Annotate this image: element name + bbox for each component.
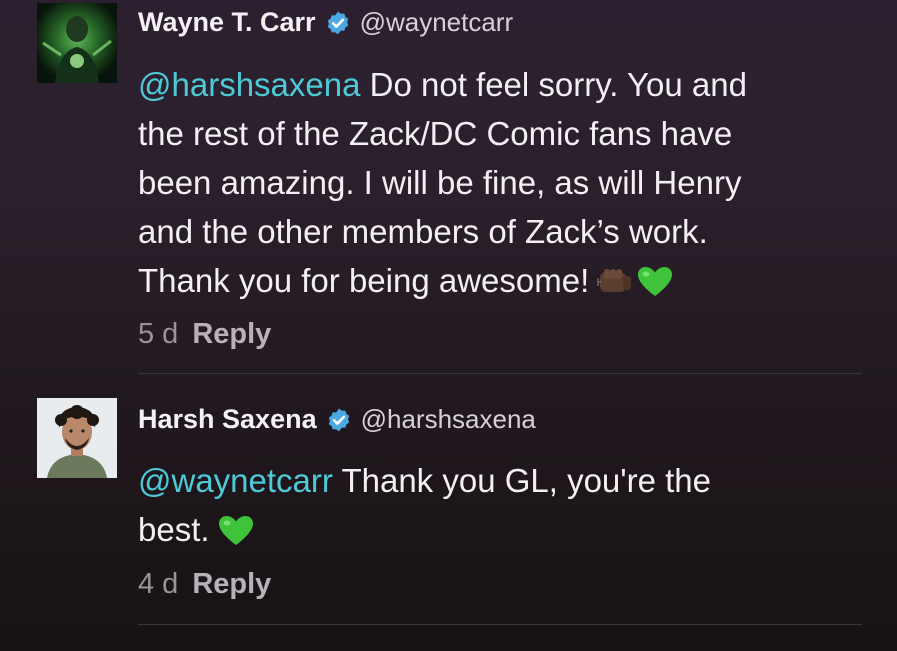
- author-handle[interactable]: @harshsaxena: [361, 404, 536, 435]
- comment-header: Wayne T. Carr @waynetcarr: [138, 7, 513, 38]
- fist-bump-icon: [597, 262, 633, 311]
- comment-text-rest: best.: [138, 511, 210, 548]
- avatar-image-green-lantern: [37, 3, 117, 83]
- divider: [138, 373, 862, 374]
- green-heart-icon: [637, 262, 673, 311]
- comment-text: @waynetcarr Thank you GL, you're the bes…: [138, 456, 878, 560]
- avatar[interactable]: [37, 3, 117, 83]
- comment-meta: 5 d Reply: [138, 318, 271, 351]
- timestamp: 5 d: [138, 318, 179, 350]
- avatar-image-harsh: [37, 398, 117, 478]
- mention-link[interactable]: @harshsaxena: [138, 66, 360, 103]
- comment-text: @harshsaxena Do not feel sorry. You and …: [138, 60, 878, 311]
- comment-meta: 4 d Reply: [138, 568, 271, 601]
- comment-text-line1: Thank you GL, you're the: [332, 462, 711, 499]
- timestamp: 4 d: [138, 568, 179, 600]
- green-heart-icon: [218, 511, 254, 560]
- comment-header: Harsh Saxena @harshsaxena: [138, 404, 536, 435]
- verified-badge-icon: [328, 408, 349, 431]
- author-handle[interactable]: @waynetcarr: [360, 7, 514, 38]
- author-name[interactable]: Harsh Saxena: [138, 404, 317, 435]
- avatar[interactable]: [37, 398, 117, 478]
- divider: [138, 624, 862, 625]
- verified-badge-icon: [327, 11, 348, 34]
- reply-button[interactable]: Reply: [192, 568, 271, 601]
- mention-link[interactable]: @waynetcarr: [138, 462, 333, 499]
- reply-button[interactable]: Reply: [192, 318, 271, 351]
- author-name[interactable]: Wayne T. Carr: [138, 7, 316, 38]
- comment-text-line1: Do not feel sorry. You and: [360, 66, 747, 103]
